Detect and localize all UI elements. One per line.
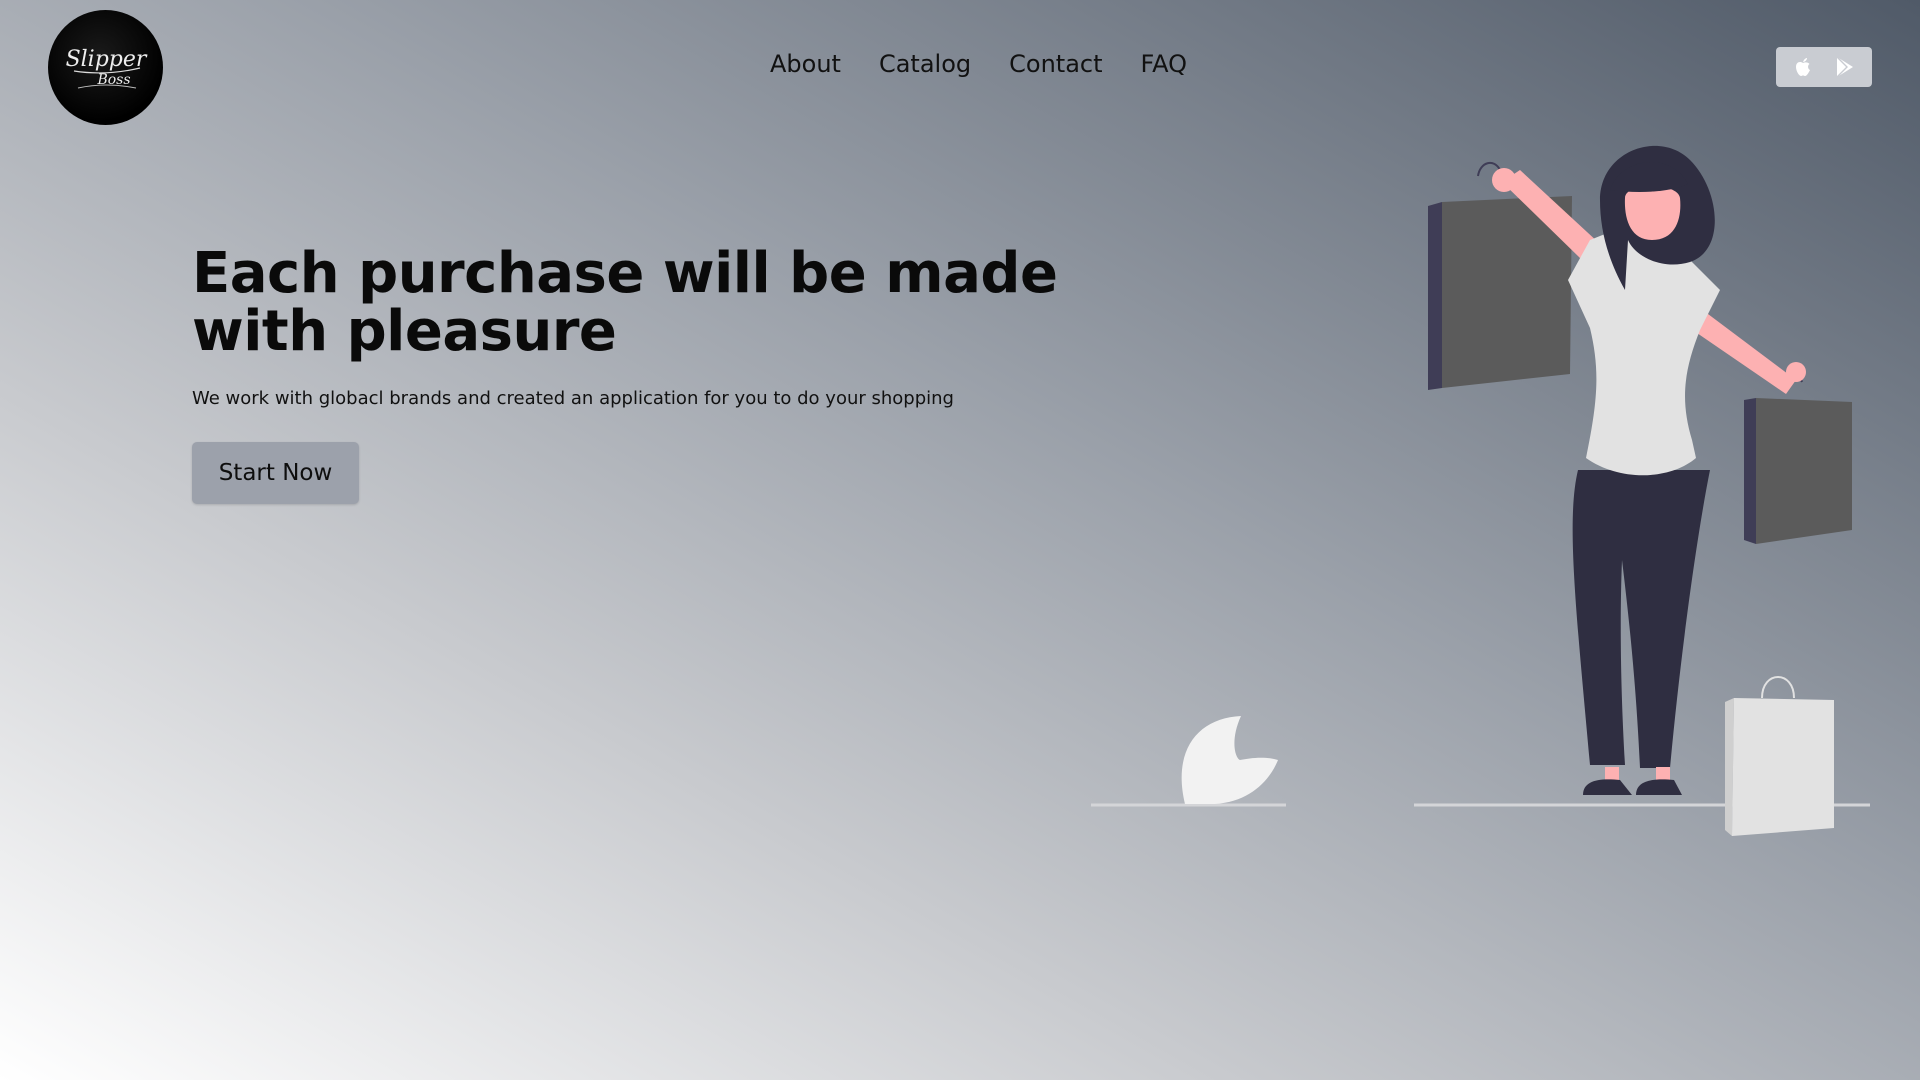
woman-pants <box>1572 470 1710 768</box>
hero-title: Each purchase will be made with pleasure <box>192 241 1058 364</box>
plant-icon <box>1181 716 1278 804</box>
app-store-links <box>1776 47 1872 87</box>
brand-logo[interactable]: Slipper Boss <box>48 10 163 125</box>
nav-faq[interactable]: FAQ <box>1141 50 1188 78</box>
nav-catalog[interactable]: Catalog <box>879 50 971 78</box>
nav-about[interactable]: About <box>770 50 841 78</box>
shopping-bag-left-icon <box>1428 161 1572 390</box>
shopping-woman-illustration <box>1091 145 1870 836</box>
shopping-bag-ground-icon <box>1725 676 1834 836</box>
logo-script-art: Slipper Boss <box>65 47 147 88</box>
main-nav: About Catalog Contact FAQ <box>770 50 1187 78</box>
apple-icon <box>1796 58 1810 76</box>
start-now-button[interactable]: Start Now <box>192 442 359 504</box>
hero-subtitle: We work with globacl brands and created … <box>192 388 954 409</box>
nav-contact[interactable]: Contact <box>1009 50 1102 78</box>
shopping-bag-right-icon <box>1744 373 1852 544</box>
google-play-icon <box>1836 56 1853 78</box>
woman-shirt <box>1568 228 1720 476</box>
apple-store-button[interactable] <box>1788 52 1818 82</box>
svg-text:Slipper: Slipper <box>65 47 147 72</box>
google-play-button[interactable] <box>1830 52 1860 82</box>
woman-shoe-right <box>1636 779 1682 795</box>
woman-shoe-left <box>1583 779 1632 795</box>
